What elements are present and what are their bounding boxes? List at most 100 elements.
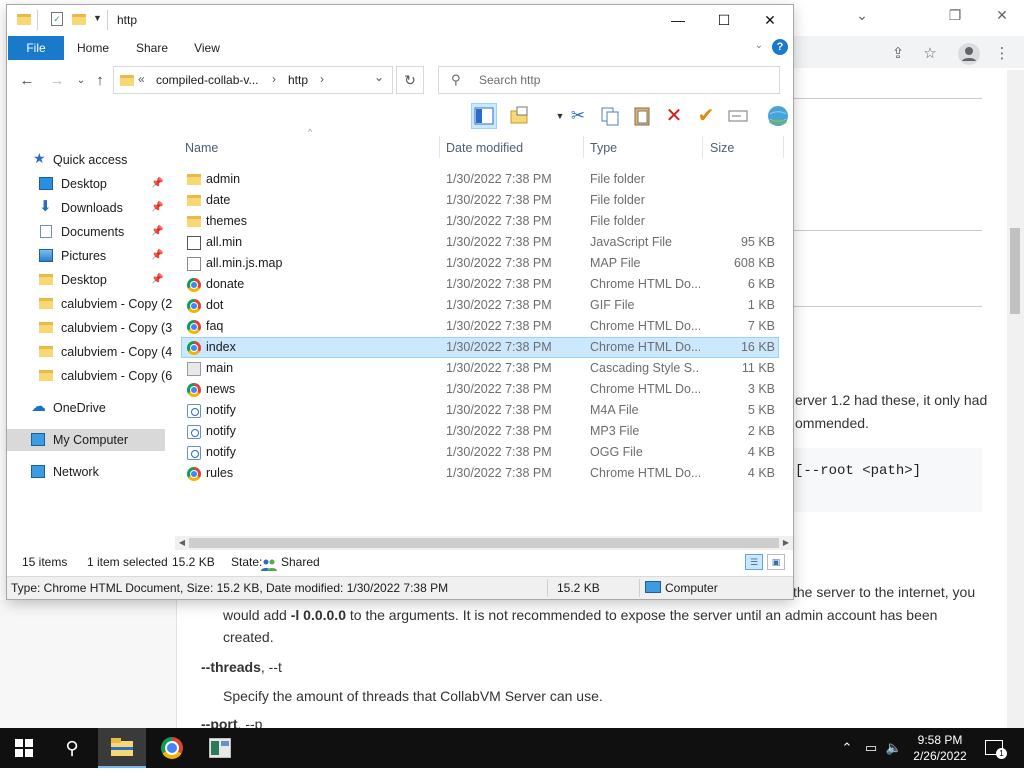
tab-share[interactable]: Share [127,36,177,60]
file-row[interactable]: date 1/30/2022 7:38 PM File folder [181,190,779,211]
nav-downloads[interactable]: ⬇ Downloads 📌 [7,197,165,219]
file-row[interactable]: rules 1/30/2022 7:38 PM Chrome HTML Do... 4… [181,463,779,484]
file-row[interactable]: faq 1/30/2022 7:38 PM Chrome HTML Do... 7 K… [181,316,779,337]
recent-locations-button[interactable]: ⌄ [71,71,91,91]
browser-scrollbar-thumb[interactable] [1010,228,1020,314]
delete-icon[interactable]: ✕ [661,103,687,129]
folder-options-icon[interactable] [507,103,533,129]
back-button[interactable]: ← [17,71,37,91]
maximize-button[interactable]: ☐ [701,5,747,35]
menu-icon[interactable]: ⋮ [992,44,1012,64]
file-row[interactable]: notify 1/30/2022 7:38 PM MP3 File 2 KB [181,421,779,442]
tab-home[interactable]: Home [69,36,117,60]
app-icon[interactable] [196,728,244,768]
browser-close-button[interactable]: ✕ [988,4,1016,26]
nav-onedrive[interactable]: ☁ OneDrive [7,397,165,419]
browser-restore-button[interactable]: ❐ [941,4,969,26]
browser-scrollbar[interactable] [1007,70,1024,728]
system-clock[interactable]: 9:58 PM 2/26/2022 [900,732,980,764]
file-row[interactable]: donate 1/30/2022 7:38 PM Chrome HTML Do...… [181,274,779,295]
search-icon[interactable]: ⚲ [48,728,96,768]
nav-calubviem-copy-2[interactable]: calubviem - Copy (2 [7,293,172,315]
column-header-type[interactable]: Type [590,136,617,160]
rename-icon[interactable] [725,103,751,129]
show-hidden-icons-icon[interactable]: ⌃ [838,728,856,768]
file-row[interactable]: news 1/30/2022 7:38 PM Chrome HTML Do... 3 … [181,379,779,400]
nav-calubviem-copy-4[interactable]: calubviem - Copy (4 [7,341,172,363]
nav-network[interactable]: Network [7,461,165,483]
scrollbar-thumb[interactable] [189,538,779,548]
new-folder-icon[interactable] [72,14,86,25]
forward-button[interactable]: → [47,71,67,91]
breadcrumb-overflow[interactable]: « [138,72,145,86]
scroll-left-icon[interactable]: ◀ [175,536,189,550]
file-row[interactable]: all.min 1/30/2022 7:38 PM JavaScript File 9… [181,232,779,253]
code-text: [--root <path>] [795,463,922,479]
column-header-size[interactable]: Size [710,136,734,160]
details-view-button[interactable]: ☰ [745,554,763,570]
close-button[interactable]: ✕ [747,5,793,35]
notifications-icon[interactable]: 1 [982,728,1007,768]
breadcrumb-separator[interactable]: › [272,72,276,86]
breadcrumb-compiled-collab[interactable]: compiled-collab-v... [156,73,258,87]
file-row[interactable]: notify 1/30/2022 7:38 PM OGG File 4 KB [181,442,779,463]
nav-calubviem-copy-6[interactable]: calubviem - Copy (6 [7,365,172,387]
file-row[interactable]: dot 1/30/2022 7:38 PM GIF File 1 KB [181,295,779,316]
share-icon[interactable]: ⇪ [888,44,908,64]
notification-count: 1 [996,748,1007,759]
search-input[interactable]: Search http [479,73,540,87]
search-box[interactable]: ⚲ Search http [438,66,780,94]
file-row[interactable]: all.min.js.map 1/30/2022 7:38 PM MAP File 6… [181,253,779,274]
tab-view[interactable]: View [185,36,229,60]
column-separator[interactable] [439,136,440,158]
customize-toolbar-icon[interactable]: ▼ [93,13,102,23]
option-threads: --threads, --t [201,659,282,675]
breadcrumb-http[interactable]: http [288,73,308,87]
breadcrumb-separator[interactable]: › [320,72,324,86]
file-explorer-icon[interactable] [98,728,146,768]
nav-desktop-folder[interactable]: Desktop 📌 [7,269,165,291]
cut-icon[interactable]: ✂ [565,103,591,129]
minimize-button[interactable]: — [655,5,701,35]
address-dropdown-icon[interactable]: ⌄ [374,70,384,84]
column-separator[interactable] [702,136,703,158]
preview-pane-icon[interactable] [471,103,497,129]
profile-icon[interactable] [958,43,980,65]
refresh-button[interactable]: ↻ [396,66,424,94]
column-header-date[interactable]: Date modified [446,136,523,160]
nav-quick-access[interactable]: ★ Quick access [7,149,165,171]
large-icons-view-button[interactable]: ▣ [767,554,785,570]
file-row[interactable]: main 1/30/2022 7:38 PM Cascading Style S..… [181,358,779,379]
nav-pictures[interactable]: Pictures 📌 [7,245,165,267]
column-separator[interactable] [783,136,784,158]
nav-calubviem-copy-3[interactable]: calubviem - Copy (3 [7,317,172,339]
help-icon[interactable]: ? [772,39,788,55]
column-header-name[interactable]: Name [185,136,218,160]
file-row[interactable]: notify 1/30/2022 7:38 PM M4A File 5 KB [181,400,779,421]
address-bar[interactable]: « compiled-collab-v... › http › ⌄ [113,66,393,94]
media-file-icon [187,446,201,460]
up-button[interactable]: ↑ [90,71,110,91]
paste-icon[interactable] [629,103,655,129]
nav-documents[interactable]: Documents 📌 [7,221,165,243]
expand-ribbon-icon[interactable]: ⌄ [752,39,766,53]
chrome-icon[interactable] [148,728,196,768]
properties-icon[interactable]: ✓ [51,12,63,26]
globe-icon[interactable] [765,103,791,129]
star-icon[interactable]: ☆ [920,44,940,64]
file-row[interactable]: admin 1/30/2022 7:38 PM File folder [181,169,779,190]
copy-icon[interactable] [597,103,623,129]
properties-check-icon[interactable]: ✔ [693,103,719,129]
file-row[interactable]: index 1/30/2022 7:38 PM Chrome HTML Do... 1… [181,337,779,358]
nav-my-computer[interactable]: My Computer [7,429,165,451]
start-icon[interactable] [0,728,48,768]
tab-file[interactable]: File [8,36,64,60]
column-separator[interactable] [583,136,584,158]
file-row[interactable]: themes 1/30/2022 7:38 PM File folder [181,211,779,232]
browser-omnibox[interactable] [792,36,1024,68]
nav-desktop[interactable]: Desktop 📌 [7,173,165,195]
network-status-icon[interactable]: ▭ [860,728,882,768]
browser-minimize-button[interactable]: ⌄ [848,4,876,26]
horizontal-scrollbar[interactable]: ◀ ▶ [175,536,793,550]
scroll-right-icon[interactable]: ▶ [779,536,793,550]
